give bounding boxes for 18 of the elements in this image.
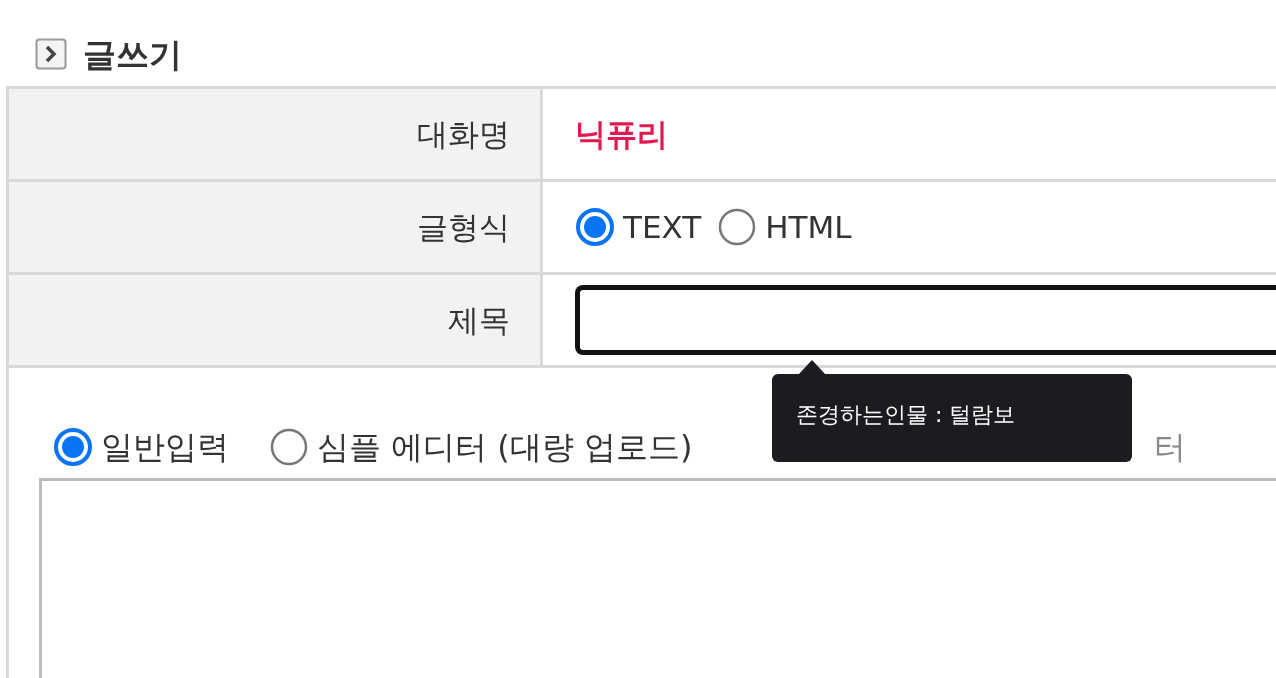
tooltip: 존경하는인물 : 털람보	[772, 374, 1132, 462]
field-label: 글형식	[417, 207, 510, 247]
field-label: 대화명	[417, 114, 510, 154]
expand-icon	[35, 38, 67, 70]
radio-button[interactable]	[269, 427, 309, 467]
radio-button[interactable]	[53, 427, 93, 467]
tooltip-arrow	[798, 360, 826, 375]
nickname: 닉퓨리	[575, 114, 668, 154]
title-input-field[interactable]	[575, 285, 1276, 355]
radio-label[interactable]: 심플 에디터 (대량 업로드)	[317, 423, 693, 471]
radio-label[interactable]: 일반입력	[101, 423, 229, 471]
field-label: 제목	[448, 300, 510, 340]
radio-button[interactable]	[717, 207, 758, 247]
page-title: 글쓰기	[83, 37, 182, 71]
radio-button[interactable]	[575, 207, 615, 247]
radio-label[interactable]: 터	[1154, 423, 1186, 471]
radio-label[interactable]: HTML	[765, 203, 852, 251]
radio-label[interactable]: TEXT	[623, 203, 702, 251]
